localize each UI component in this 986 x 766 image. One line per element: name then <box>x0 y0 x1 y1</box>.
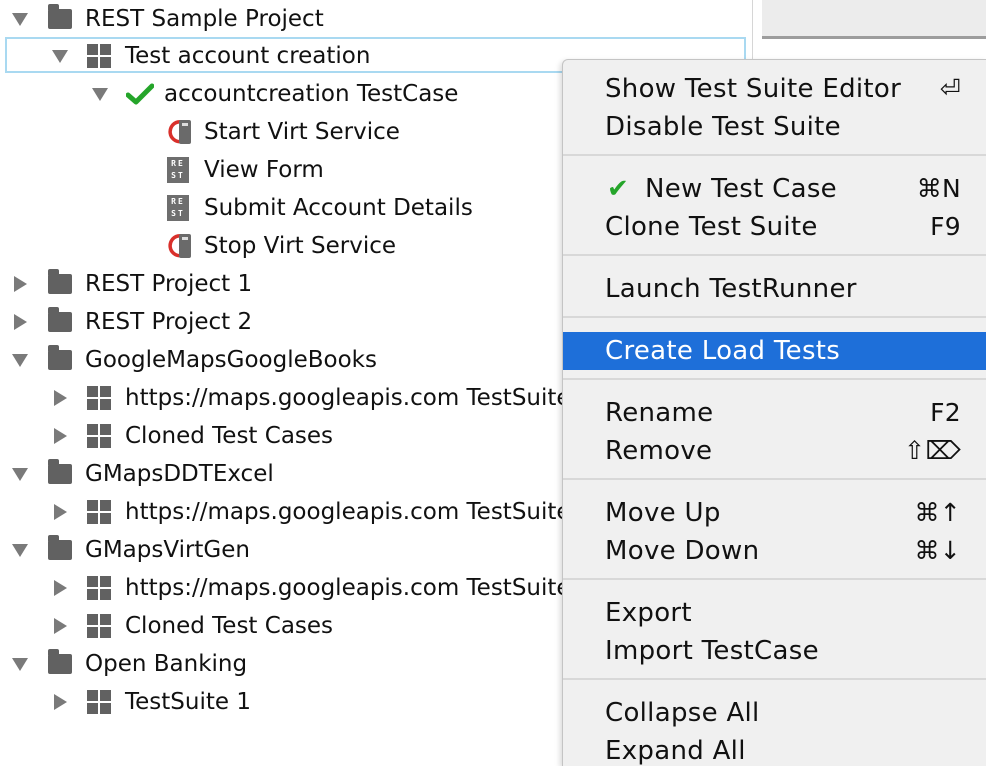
project-folder-icon <box>48 0 72 38</box>
tree-row-label: Cloned Test Cases <box>125 423 334 449</box>
menu-separator <box>563 678 986 680</box>
tree-row-label: https://maps.googleapis.com TestSuite <box>125 575 571 601</box>
test-suite-icon <box>87 37 111 75</box>
menu-item-move-down[interactable]: Move Down ⌘↓ <box>563 532 986 570</box>
test-suite-icon <box>87 417 111 455</box>
tree-row-label: Cloned Test Cases <box>125 613 334 639</box>
tree-row-label: https://maps.googleapis.com TestSuite <box>125 385 571 411</box>
collapse-arrow-icon[interactable] <box>51 493 69 531</box>
tree-row-label: View Form <box>204 157 324 183</box>
project-folder-icon <box>48 265 72 303</box>
menu-item-clone-test-suite[interactable]: Clone Test Suite F9 <box>563 208 986 246</box>
project-folder-icon <box>48 341 72 379</box>
menu-separator <box>563 478 986 480</box>
menu-item-label: Export <box>605 598 692 628</box>
expand-arrow-icon[interactable] <box>51 37 69 75</box>
check-icon <box>126 75 154 113</box>
menu-shortcut: ⇧⌦ <box>904 436 961 465</box>
menu-item-disable-test-suite[interactable]: Disable Test Suite <box>563 108 986 146</box>
menu-item-export[interactable]: Export <box>563 594 986 632</box>
test-suite-icon <box>87 607 111 645</box>
tree-row-label: accountcreation TestCase <box>164 81 459 107</box>
menu-item-rename[interactable]: Rename F2 <box>563 394 986 432</box>
menu-shortcut: ⌘↓ <box>914 536 961 565</box>
menu-item-label: Show Test Suite Editor <box>605 74 902 104</box>
menu-item-collapse-all[interactable]: Collapse All <box>563 694 986 732</box>
menu-shortcut: ⌘N <box>916 174 961 203</box>
menu-item-launch-testrunner[interactable]: Launch TestRunner <box>563 270 986 308</box>
collapse-arrow-icon[interactable] <box>51 379 69 417</box>
project-folder-icon <box>48 531 72 569</box>
test-suite-icon <box>87 493 111 531</box>
tree-row-label: Test account creation <box>125 43 371 69</box>
tree-row-label: https://maps.googleapis.com TestSuite <box>125 499 571 525</box>
test-suite-icon <box>87 569 111 607</box>
menu-item-import-testcase[interactable]: Import TestCase <box>563 632 986 670</box>
menu-item-new-test-case[interactable]: ✔ New Test Case ⌘N <box>563 170 986 208</box>
menu-separator <box>563 316 986 318</box>
tree-row-label: Open Banking <box>85 651 248 677</box>
menu-item-create-load-tests[interactable]: Create Load Tests <box>563 332 986 370</box>
menu-shortcut: F2 <box>930 398 961 427</box>
editor-header-bar <box>762 0 986 39</box>
menu-shortcut: F9 <box>930 212 961 241</box>
tree-row-label: GMapsDDTExcel <box>85 461 274 487</box>
tree-row-label: TestSuite 1 <box>125 689 251 715</box>
virt-service-icon <box>165 113 195 151</box>
menu-item-label: Collapse All <box>605 698 760 728</box>
menu-item-label: Rename <box>605 398 714 428</box>
virt-service-icon <box>165 227 195 265</box>
expand-arrow-icon[interactable] <box>11 645 29 683</box>
tree-row-label: Start Virt Service <box>204 119 400 145</box>
expand-arrow-icon[interactable] <box>11 531 29 569</box>
menu-separator <box>563 254 986 256</box>
menu-item-label: New Test Case <box>645 174 837 204</box>
menu-item-label: Import TestCase <box>605 636 819 666</box>
menu-item-move-up[interactable]: Move Up ⌘↑ <box>563 494 986 532</box>
tree-row-label: REST Project 2 <box>85 309 253 335</box>
menu-item-expand-all[interactable]: Expand All <box>563 732 986 766</box>
expand-arrow-icon[interactable] <box>91 75 109 113</box>
menu-item-label: Move Down <box>605 536 760 566</box>
project-folder-icon <box>48 645 72 683</box>
menu-shortcut: ⌘↑ <box>914 498 961 527</box>
menu-item-label: Clone Test Suite <box>605 212 818 242</box>
collapse-arrow-icon[interactable] <box>11 303 29 341</box>
menu-item-remove[interactable]: Remove ⇧⌦ <box>563 432 986 470</box>
tree-row-label: GoogleMapsGoogleBooks <box>85 347 377 373</box>
collapse-arrow-icon[interactable] <box>51 683 69 721</box>
collapse-arrow-icon[interactable] <box>11 265 29 303</box>
expand-arrow-icon[interactable] <box>11 341 29 379</box>
menu-item-label: Move Up <box>605 498 721 528</box>
menu-item-label: Expand All <box>605 736 746 766</box>
menu-item-label: Launch TestRunner <box>605 274 857 304</box>
rest-request-icon: RE ST <box>167 151 189 189</box>
collapse-arrow-icon[interactable] <box>51 569 69 607</box>
menu-separator <box>563 378 986 380</box>
test-suite-icon <box>87 379 111 417</box>
test-suite-icon <box>87 683 111 721</box>
project-folder-icon <box>48 455 72 493</box>
collapse-arrow-icon[interactable] <box>51 607 69 645</box>
tree-row-label: GMapsVirtGen <box>85 537 250 563</box>
tree-row-label: Submit Account Details <box>204 195 473 221</box>
tree-row-label: REST Sample Project <box>85 6 324 32</box>
menu-separator <box>563 154 986 156</box>
tree-row-label: REST Project 1 <box>85 271 253 297</box>
rest-request-icon: RE ST <box>167 189 189 227</box>
menu-item-label: Remove <box>605 436 713 466</box>
context-menu: Show Test Suite Editor ⏎ Disable Test Su… <box>562 59 986 766</box>
check-icon: ✔ <box>607 174 630 204</box>
project-folder-icon <box>48 303 72 341</box>
tree-row-rest-sample-project[interactable]: REST Sample Project <box>0 0 752 38</box>
expand-arrow-icon[interactable] <box>11 455 29 493</box>
collapse-arrow-icon[interactable] <box>51 417 69 455</box>
return-key-icon: ⏎ <box>939 74 961 103</box>
menu-separator <box>563 578 986 580</box>
menu-item-label: Disable Test Suite <box>605 112 841 142</box>
menu-item-show-test-suite-editor[interactable]: Show Test Suite Editor ⏎ <box>563 70 986 108</box>
menu-item-label: Create Load Tests <box>605 336 841 366</box>
tree-row-label: Stop Virt Service <box>204 233 397 259</box>
expand-arrow-icon[interactable] <box>11 0 29 38</box>
